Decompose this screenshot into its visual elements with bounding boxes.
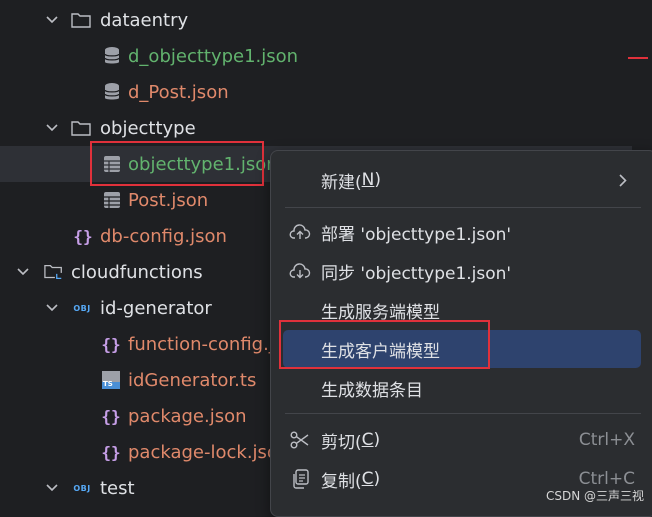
copy-icon [289, 469, 311, 489]
cloud-download-icon [289, 261, 311, 281]
chevron-down-icon[interactable] [45, 2, 59, 38]
json-braces-icon: {} [101, 406, 121, 426]
scissors-icon [289, 430, 311, 450]
json-braces-icon: {} [73, 226, 93, 246]
menu-item-sync[interactable]: 同步 'objecttype1.json' [283, 252, 641, 290]
tree-item-label: Post.json [128, 189, 209, 211]
menu-item-generate-data-entry[interactable]: 生成数据条目 [283, 369, 641, 407]
folder-icon [71, 110, 91, 146]
tree-item-label: cloudfunctions [71, 261, 203, 283]
menu-separator [285, 413, 641, 414]
menu-item-label: 剪切(C) [321, 430, 381, 453]
menu-item-deploy[interactable]: 部署 'objecttype1.json' [283, 213, 641, 251]
database-icon [102, 74, 122, 110]
tree-item-label: test [100, 477, 135, 499]
json-braces-icon: {} [101, 334, 121, 354]
chevron-down-icon[interactable] [45, 290, 59, 326]
chevron-down-icon[interactable] [16, 254, 30, 290]
annotation-box-file [90, 141, 264, 186]
ts-badge-label: TS [103, 380, 113, 388]
cloud-upload-icon [289, 222, 311, 242]
shortcut-label: Ctrl+X [578, 430, 635, 450]
tree-item-label: package-lock.json [128, 441, 290, 463]
menu-item-label: 部署 'objecttype1.json' [321, 224, 512, 245]
tree-item-label: d_Post.json [128, 81, 229, 103]
tree-item-label: package.json [128, 405, 247, 427]
annotation-mark [628, 57, 648, 59]
tree-item-label: idGenerator.ts [128, 369, 257, 391]
obj-module-icon: OBJ [73, 303, 91, 313]
cloud-folder-icon [44, 254, 64, 290]
chevron-down-icon[interactable] [45, 110, 59, 146]
chevron-down-icon[interactable] [45, 470, 59, 506]
annotation-box-menu-item [279, 320, 490, 369]
table-icon [102, 182, 122, 218]
json-braces-icon: {} [101, 442, 121, 462]
menu-item-label: 复制(C) [321, 469, 381, 492]
tree-file-d-post[interactable]: d_Post.json [0, 74, 652, 110]
tree-item-label: dataentry [100, 9, 189, 31]
menu-item-new[interactable]: 新建(N) [283, 161, 641, 199]
menu-item-label: 生成数据条目 [321, 380, 423, 401]
menu-item-cut[interactable]: 剪切(C) Ctrl+X [283, 421, 641, 459]
folder-icon [71, 2, 91, 38]
database-icon [102, 38, 122, 74]
typescript-file-icon: TS [101, 362, 121, 398]
tree-file-d-objecttype1[interactable]: d_objecttype1.json [0, 38, 652, 74]
watermark: CSDN @三声三视 [545, 489, 644, 503]
tree-item-label: d_objecttype1.json [128, 45, 299, 67]
menu-separator [285, 207, 641, 208]
menu-item-label: 同步 'objecttype1.json' [321, 263, 512, 284]
tree-item-label: db-config.json [100, 225, 227, 247]
tree-folder-dataentry[interactable]: dataentry [0, 2, 652, 38]
tree-item-label: id-generator [100, 297, 212, 319]
obj-module-icon: OBJ [73, 483, 91, 493]
chevron-right-icon [619, 161, 627, 199]
menu-item-label: 新建(N) [321, 170, 381, 193]
